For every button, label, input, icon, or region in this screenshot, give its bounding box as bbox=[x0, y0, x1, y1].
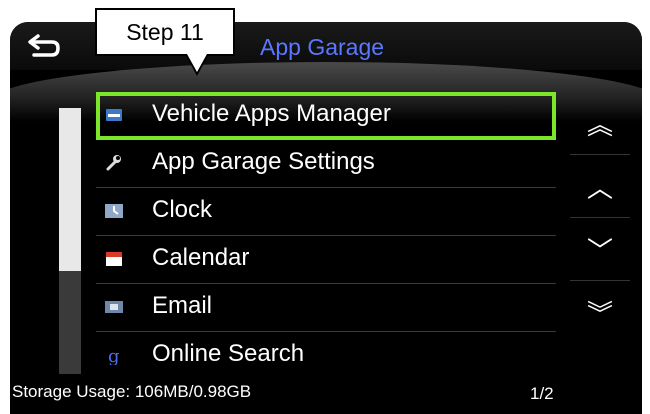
page-down-icon: ︾ bbox=[586, 298, 613, 329]
scroll-down-icon: ﹀ bbox=[586, 235, 613, 266]
step-callout: Step 11 bbox=[95, 8, 235, 56]
list-item-label: Email bbox=[152, 292, 213, 319]
callout-pointer-fill bbox=[187, 54, 207, 72]
status-footer: Storage Usage: 106MB/0.98GB 1/2 bbox=[10, 374, 642, 414]
list-item-label: Online Search bbox=[152, 340, 305, 367]
list-item-label: Calendar bbox=[152, 244, 250, 271]
scrollbar-thumb[interactable] bbox=[59, 108, 81, 271]
scroll-up-icon: ︿ bbox=[586, 172, 613, 203]
side-scroll-buttons: ︽ ︿ ﹀ ︾ bbox=[570, 92, 630, 343]
list-item-label: App Garage Settings bbox=[152, 148, 375, 175]
scroll-down-button[interactable]: ﹀ bbox=[570, 217, 630, 280]
clock-icon bbox=[105, 204, 123, 218]
page-up-icon: ︽ bbox=[586, 109, 613, 140]
list-item-clock[interactable]: Clock bbox=[96, 188, 556, 236]
list-item-label: Clock bbox=[152, 196, 213, 223]
wrench-icon bbox=[106, 155, 121, 171]
scroll-up-button[interactable]: ︿ bbox=[570, 154, 630, 217]
list-item-online-search[interactable]: g Online Search bbox=[96, 332, 556, 379]
calendar-icon bbox=[106, 252, 122, 266]
back-button[interactable] bbox=[24, 28, 64, 64]
page-title: App Garage bbox=[260, 34, 385, 60]
app-list: Vehicle Apps Manager App Garage Settings… bbox=[96, 92, 556, 379]
email-icon bbox=[105, 301, 123, 313]
step-callout-label: Step 11 bbox=[126, 19, 204, 45]
vehicle-apps-manager-icon bbox=[106, 109, 122, 121]
list-item-vehicle-apps-manager[interactable]: Vehicle Apps Manager bbox=[96, 92, 556, 140]
list-item-app-garage-settings[interactable]: App Garage Settings bbox=[96, 140, 556, 188]
list-item-calendar[interactable]: Calendar bbox=[96, 236, 556, 284]
page-down-button[interactable]: ︾ bbox=[570, 280, 630, 343]
svg-text:g: g bbox=[108, 346, 120, 365]
page-up-button[interactable]: ︽ bbox=[570, 92, 630, 154]
list-item-email[interactable]: Email bbox=[96, 284, 556, 332]
list-item-label: Vehicle Apps Manager bbox=[152, 100, 391, 127]
search-g-icon: g bbox=[108, 346, 120, 365]
infotainment-screen: App Garage Vehicle Apps Manager App Gara… bbox=[10, 22, 642, 414]
storage-usage: Storage Usage: 106MB/0.98GB bbox=[12, 382, 252, 401]
page-indicator: 1/2 bbox=[530, 384, 554, 403]
back-arrow-icon bbox=[28, 34, 60, 57]
